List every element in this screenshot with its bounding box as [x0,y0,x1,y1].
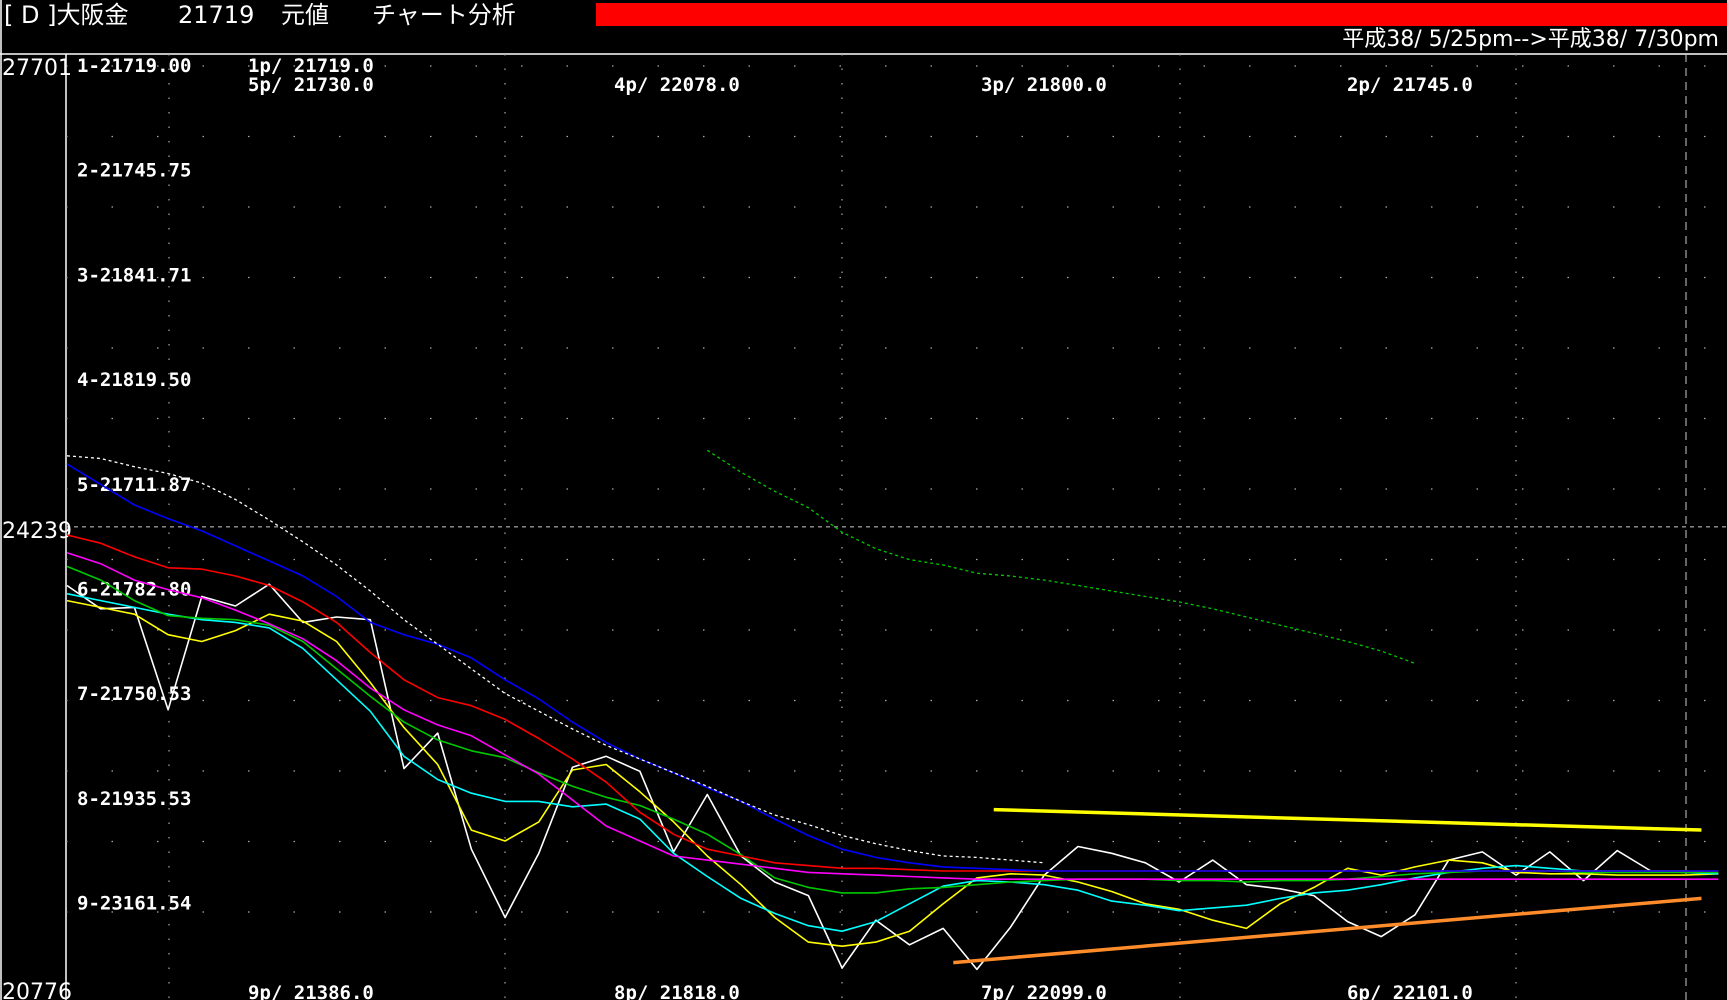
row-label: 9-23161.54 [77,893,191,915]
series-line-9 [706,449,1416,665]
series-line-4 [66,565,1719,894]
bottom-label: 9p/ 21386.0 [248,982,374,1000]
trendline-2 [953,896,1702,965]
y-axis-label: 20776 [2,980,72,1000]
series-line-5 [66,552,1719,881]
row-label: 1-21719.00 [77,55,191,77]
row-label: 3-21841.71 [77,264,191,286]
bottom-label: 6p/ 22101.0 [1347,982,1473,1000]
y-axis-label: 24239 [2,519,72,544]
row-label: 6-21782.80 [77,579,191,601]
trendline-1 [993,807,1702,832]
series-line-8 [66,455,1045,864]
top-label: 5p/ 21730.0 [248,74,374,96]
bottom-label: 7p/ 22099.0 [981,982,1107,1000]
y-axis-label: 27701 [2,56,72,81]
series-line-6 [66,534,1719,872]
series-line-7 [66,463,1719,872]
row-label: 2-21745.75 [77,160,191,182]
bottom-label: 8p/ 21818.0 [614,982,740,1000]
top-label: 4p/ 22078.0 [614,74,740,96]
series-line-3 [66,592,1719,933]
row-label: 8-21935.53 [77,788,191,810]
series-line-1 [66,583,1719,971]
top-label: 2p/ 21745.0 [1347,74,1473,96]
series-line-2 [66,599,1719,948]
row-label: 5-21711.87 [77,474,191,496]
top-label: 3p/ 21800.0 [981,74,1107,96]
row-label: 4-21819.50 [77,369,191,391]
price-chart[interactable]: 27701 24239 20776 1-21719.00 2-21745.75 3-218… [0,0,1727,1000]
